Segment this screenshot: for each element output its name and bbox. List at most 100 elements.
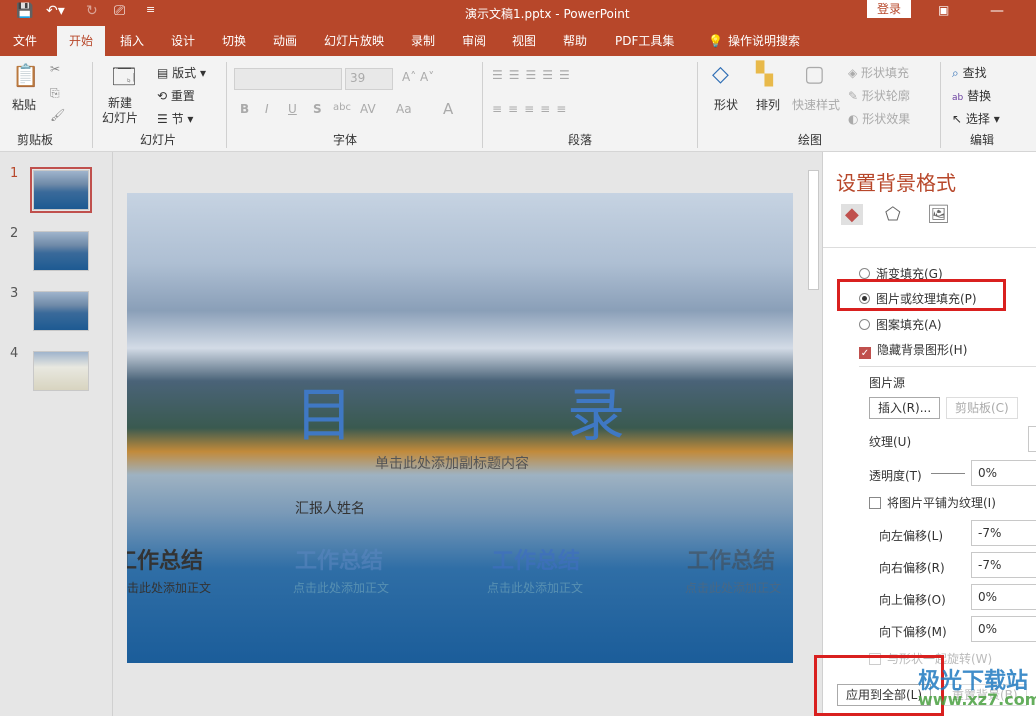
texture-picker[interactable] [1028,426,1036,452]
section-title[interactable]: 工作总结 [687,543,775,575]
horizontal-scrollbar[interactable] [113,704,806,716]
tab-help[interactable]: 帮助 [555,26,595,56]
tab-pdf-tools[interactable]: PDF工具集 [607,26,682,56]
scrollbar-thumb[interactable] [808,170,819,290]
cut-icon[interactable]: ✂ [50,62,60,76]
slide-subtitle[interactable]: 单击此处添加副标题内容 [375,453,529,473]
offset-left-input[interactable]: -7% [971,520,1036,546]
arrange-button[interactable]: 排列 [756,96,780,113]
font-color-button[interactable]: A [443,100,453,118]
tell-me-search[interactable]: 操作说明搜索 [720,26,808,56]
quick-styles-button[interactable]: 快速样式 [792,96,840,113]
shape-fill-button[interactable]: ◈ 形状填充 [848,64,909,81]
section-title[interactable]: 工作总结 [127,543,203,575]
section-body[interactable]: 点击此处添加正文 [487,579,583,596]
slide-thumbnail-4[interactable] [33,351,89,391]
present-icon[interactable]: ⎚ [114,3,125,19]
clipboard-button[interactable]: 剪贴板(C) [946,397,1018,419]
underline-button[interactable]: U [288,102,297,116]
section-body[interactable]: 点击此处添加正文 [293,579,389,596]
shape-effects-button[interactable]: ◐ 形状效果 [848,110,910,127]
select-button[interactable]: ↖ 选择 ▾ [952,110,1000,127]
tab-design[interactable]: 设计 [163,26,203,56]
slide[interactable]: 目 录 单击此处添加副标题内容 汇报人姓名 工作总结 点击此处添加正文 工作总结… [127,193,793,663]
section-body[interactable]: 点击此处添加正文 [685,579,781,596]
slide-reporter[interactable]: 汇报人姓名 [295,498,365,518]
login-button[interactable]: 登录 [867,0,911,18]
replace-button[interactable]: ab 替换 [952,87,991,104]
insert-button[interactable]: 插入(R)... [869,397,941,419]
section-button[interactable]: ☰ 节 ▾ [157,110,193,127]
offset-top-input[interactable]: 0% [971,584,1036,610]
shapes-icon[interactable]: ◇ [712,62,729,87]
paste-icon[interactable]: 📋 [12,64,39,89]
copy-icon[interactable]: ⎘ [50,86,60,101]
tab-animations[interactable]: 动画 [265,26,305,56]
offset-bottom-input[interactable]: 0% [971,616,1036,642]
offset-right-input[interactable]: -7% [971,552,1036,578]
slide-thumbnail-1[interactable] [30,167,92,213]
font-size-select[interactable]: 39 [345,68,393,90]
tab-home[interactable]: 开始 [57,26,106,56]
change-case-button[interactable]: Aa [396,102,412,116]
ribbon: 📋 粘贴 ✂ ⎘ 🖌 剪贴板 🗔 新建 幻灯片 ▤ 版式 ▾ ⟲ 重置 ☰ 节 … [0,56,1036,152]
slide-title-left[interactable]: 目 [295,368,353,452]
align-icon[interactable]: ≡≡≡≡≡ [492,102,572,116]
section-title[interactable]: 工作总结 [492,543,580,575]
font-name-select[interactable] [234,68,342,90]
strikethrough-button[interactable]: abc [333,102,351,113]
shadow-button[interactable]: S [313,102,322,116]
transparency-slider[interactable] [931,473,965,474]
divider [226,62,227,148]
shape-fill-label: 形状填充 [861,66,910,80]
save-icon[interactable]: 💾 [16,3,33,19]
minimize-icon[interactable]: — [990,3,1004,19]
tab-file[interactable]: 文件 [5,26,45,56]
shapes-button[interactable]: 形状 [714,96,738,113]
tab-record[interactable]: 录制 [403,26,443,56]
reset-button[interactable]: ⟲ 重置 [157,87,195,104]
tab-review[interactable]: 审阅 [454,26,494,56]
format-painter-icon[interactable]: 🖌 [50,108,65,122]
section-title[interactable]: 工作总结 [295,543,383,575]
tab-transitions[interactable]: 切换 [214,26,254,56]
shape-outline-button[interactable]: ✎ 形状轮廓 [848,87,910,104]
bold-button[interactable]: B [240,102,249,116]
bullets-icon[interactable]: ☰☰☰☰☰ [492,68,576,82]
group-slides: 幻灯片 [140,133,177,147]
transparency-input[interactable]: 0% [971,460,1036,486]
undo-icon[interactable]: ↶▾ [46,3,65,19]
char-spacing-button[interactable]: AV [360,102,376,116]
fill-icon[interactable]: ◆ [841,204,863,225]
tab-slideshow[interactable]: 幻灯片放映 [316,26,392,56]
offset-left-label: 向左偏移(L) [879,529,944,543]
slide-thumbnail-2[interactable] [33,231,89,271]
slide-thumbnail-3[interactable] [33,291,89,331]
layout-button[interactable]: ▤ 版式 ▾ [157,64,206,81]
new-slide-icon[interactable]: 🗔 [112,60,136,98]
section-body[interactable]: 点击此处添加正文 [127,579,211,596]
group-paragraph: 段落 [568,133,593,147]
watermark-url: www.xz7.com [918,690,1036,709]
effects-pentagon-icon[interactable]: ⬠ [885,204,901,225]
hide-background-checkbox[interactable]: ✓ 隐藏背景图形(H) [859,341,967,359]
quick-styles-icon[interactable]: ▢ [804,62,825,87]
paste-button[interactable]: 粘贴 [12,96,36,113]
grow-font-icon[interactable]: A˄ A˅ [402,70,434,84]
tab-insert[interactable]: 插入 [112,26,152,56]
italic-button[interactable]: I [265,102,269,116]
pattern-fill-radio[interactable]: 图案填充(A) [859,316,942,333]
arrange-icon[interactable]: ▚ [756,62,773,87]
group-clipboard: 剪贴板 [17,133,54,147]
redo-icon[interactable]: ↻ [86,3,98,19]
find-button[interactable]: ⌕ 查找 [952,64,987,81]
ribbon-display-icon[interactable]: ▣ [938,3,949,17]
group-font: 字体 [333,133,358,147]
tab-view[interactable]: 视图 [504,26,544,56]
tile-checkbox[interactable]: 将图片平铺为纹理(I) [869,494,996,511]
customize-icon[interactable]: ≡ [146,3,155,16]
divider [940,62,941,148]
new-slide-button[interactable]: 新建 幻灯片 [102,96,138,126]
picture-icon[interactable]: 🖼 [927,204,950,225]
slide-title-right[interactable]: 录 [567,368,625,452]
